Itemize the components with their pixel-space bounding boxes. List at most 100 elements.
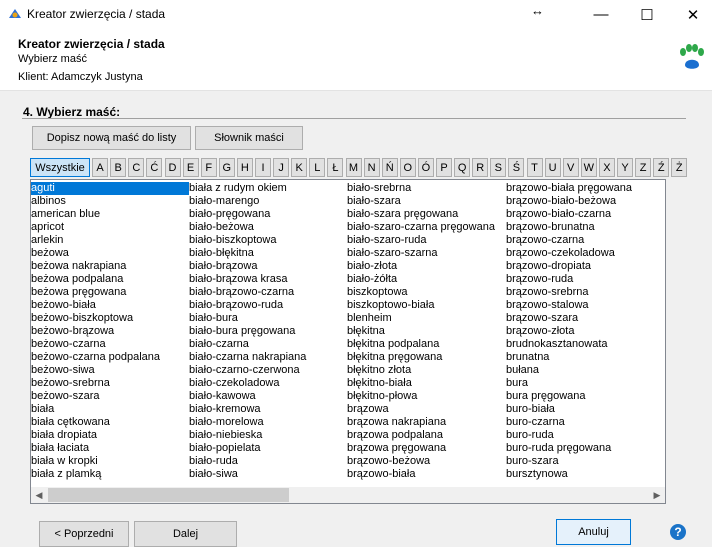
letter-filter-button[interactable]: Y <box>617 158 633 177</box>
list-item[interactable]: brązowo-biała <box>347 468 495 481</box>
list-item[interactable]: biało-szaro-szarna <box>347 247 495 260</box>
list-item[interactable]: arlekin <box>31 234 189 247</box>
list-item[interactable]: biała cętkowana <box>31 416 189 429</box>
letter-filter-button[interactable]: E <box>182 158 199 177</box>
list-item[interactable]: biało-czekoladowa <box>189 377 306 390</box>
list-item[interactable]: błękitna pręgowana <box>347 351 495 364</box>
letter-filter-button[interactable]: J <box>273 158 290 177</box>
list-item[interactable]: bursztynowa <box>506 468 632 481</box>
previous-button[interactable]: < Poprzedni <box>39 521 129 547</box>
list-item[interactable]: biało-czarna nakrapiana <box>189 351 306 364</box>
list-item[interactable]: biało-brązowa <box>189 260 306 273</box>
list-item[interactable]: brązowa <box>347 403 495 416</box>
list-item[interactable]: biszkoptowa <box>347 286 495 299</box>
list-item[interactable]: beżowo-szara <box>31 390 189 403</box>
list-item[interactable]: biało-pręgowana <box>189 208 306 221</box>
letter-filter-button[interactable]: O <box>399 158 416 177</box>
list-item[interactable]: biało-kawowa <box>189 390 306 403</box>
list-item[interactable]: biało-błękitna <box>189 247 306 260</box>
list-item[interactable]: biało-morelowa <box>189 416 306 429</box>
maximize-button[interactable]: ☐ <box>624 0 670 29</box>
letter-filter-button[interactable]: V <box>562 158 579 177</box>
list-item[interactable]: brudnokasztanowata <box>506 338 632 351</box>
list-item[interactable]: brązowo-biała pręgowana <box>506 182 632 195</box>
list-item[interactable]: aguti <box>31 182 189 195</box>
list-item[interactable]: beżowo-srebrna <box>31 377 189 390</box>
list-item[interactable]: beżowa <box>31 247 189 260</box>
letter-filter-button[interactable]: G <box>218 158 235 177</box>
list-item[interactable]: błękitno złota <box>347 364 495 377</box>
list-item[interactable]: biało-żółta <box>347 273 495 286</box>
list-item[interactable]: american blue <box>31 208 189 221</box>
list-item[interactable]: brązowo-biało-beżowa <box>506 195 632 208</box>
list-item[interactable]: błękitna podpalana <box>347 338 495 351</box>
letter-filter-button[interactable]: I <box>255 158 271 177</box>
list-item[interactable]: bura pręgowana <box>506 390 632 403</box>
list-item[interactable]: beżowo-czarna <box>31 338 189 351</box>
list-item[interactable]: biała łaciata <box>31 442 189 455</box>
letter-filter-button[interactable]: Ś <box>508 158 525 177</box>
letter-filter-button[interactable]: H <box>236 158 253 177</box>
letter-filter-button[interactable]: A <box>92 158 109 177</box>
letter-filter-button[interactable]: Z <box>635 158 652 177</box>
list-item[interactable]: brązowo-brunatna <box>506 221 632 234</box>
list-item[interactable]: brązowo-beżowa <box>347 455 495 468</box>
list-item[interactable]: biało-brązowo-czarna <box>189 286 306 299</box>
list-item[interactable]: biało-popielata <box>189 442 306 455</box>
letter-filter-button[interactable]: Ń <box>381 158 398 177</box>
letter-filter-button[interactable]: F <box>200 158 217 177</box>
letter-filter-button[interactable]: Q <box>454 158 471 177</box>
list-item[interactable]: albinos <box>31 195 189 208</box>
list-item[interactable]: biała z rudym okiem <box>189 182 306 195</box>
list-item[interactable]: biało-czarno-czerwona <box>189 364 306 377</box>
letter-filter-button[interactable]: Ó <box>417 158 434 177</box>
letter-filter-button[interactable]: D <box>164 158 181 177</box>
list-item[interactable]: apricot <box>31 221 189 234</box>
list-item[interactable]: brązowo-złota <box>506 325 632 338</box>
letter-filter-button[interactable]: C <box>128 158 145 177</box>
list-item[interactable]: brązowo-ruda <box>506 273 632 286</box>
letter-filter-button[interactable]: N <box>363 158 380 177</box>
list-item[interactable]: buro-biała <box>506 403 632 416</box>
list-item[interactable]: beżowo-siwa <box>31 364 189 377</box>
list-item[interactable]: biało-szaro-ruda <box>347 234 495 247</box>
list-item[interactable]: brązowo-szara <box>506 312 632 325</box>
list-item[interactable]: biało-szaro-czarna pręgowana <box>347 221 495 234</box>
list-item[interactable]: brązowa podpalana <box>347 429 495 442</box>
list-item[interactable]: buro-ruda pręgowana <box>506 442 632 455</box>
list-item[interactable]: buro-czarna <box>506 416 632 429</box>
help-icon[interactable]: ? <box>670 524 686 540</box>
scrollbar-thumb[interactable] <box>48 488 289 502</box>
letter-filter-button[interactable]: Ć <box>146 158 163 177</box>
horizontal-scrollbar[interactable]: ◀ ▶ <box>31 487 665 503</box>
list-item[interactable]: biało-niebieska <box>189 429 306 442</box>
list-item[interactable]: beżowa pręgowana <box>31 286 189 299</box>
list-item[interactable]: biała z plamką <box>31 468 189 481</box>
list-item[interactable]: biało-ruda <box>189 455 306 468</box>
list-item[interactable]: bura <box>506 377 632 390</box>
letter-filter-button[interactable]: P <box>436 158 452 177</box>
list-item[interactable]: biszkoptowo-biała <box>347 299 495 312</box>
letter-filter-button[interactable]: X <box>598 158 615 177</box>
list-item[interactable]: brązowo-czarna <box>506 234 632 247</box>
next-button[interactable]: Dalej <box>134 521 237 547</box>
list-item[interactable]: biało-szara pręgowana <box>347 208 495 221</box>
list-item[interactable]: biało-beżowa <box>189 221 306 234</box>
letter-filter-button[interactable]: T <box>526 158 543 177</box>
letter-filter-button[interactable]: W <box>580 158 597 177</box>
add-color-button[interactable]: Dopisz nową maść do listy <box>32 126 191 150</box>
list-item[interactable]: buro-szara <box>506 455 632 468</box>
list-item[interactable]: beżowo-czarna podpalana <box>31 351 189 364</box>
color-dictionary-button[interactable]: Słownik maści <box>195 126 303 150</box>
list-item[interactable]: brązowo-stalowa <box>506 299 632 312</box>
list-item[interactable]: blenheim <box>347 312 495 325</box>
list-item[interactable]: beżowo-biszkoptowa <box>31 312 189 325</box>
list-item[interactable]: brązowa nakrapiana <box>347 416 495 429</box>
list-item[interactable]: bułana <box>506 364 632 377</box>
list-item[interactable]: błękitno-płowa <box>347 390 495 403</box>
scroll-right-icon[interactable]: ▶ <box>649 487 665 503</box>
list-item[interactable]: brązowa pręgowana <box>347 442 495 455</box>
list-item[interactable]: biała dropiata <box>31 429 189 442</box>
close-button[interactable]: ✕ <box>670 0 712 29</box>
list-item[interactable]: biało-biszkoptowa <box>189 234 306 247</box>
